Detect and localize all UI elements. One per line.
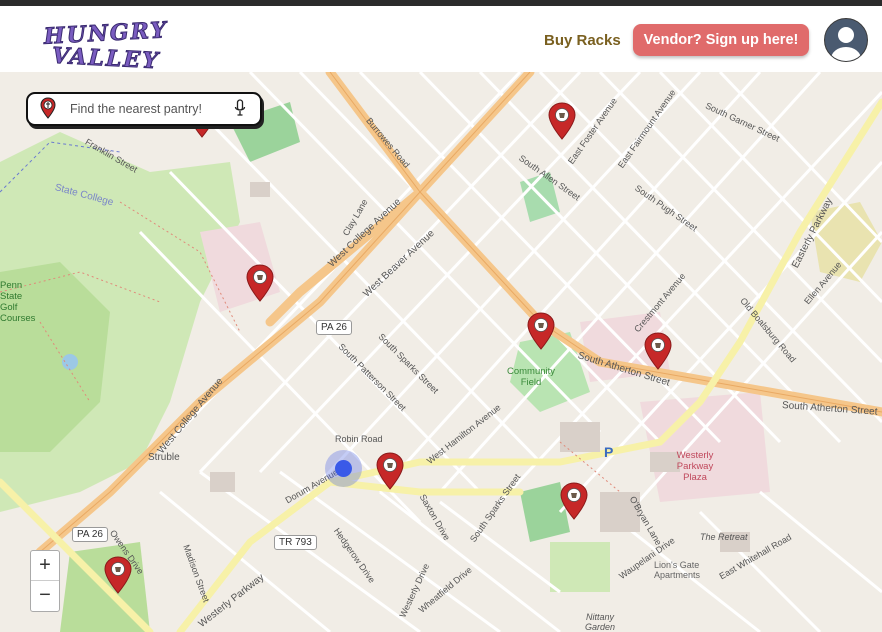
pantry-pin-marker[interactable] [548,102,576,140]
microphone-icon[interactable] [234,99,246,117]
pantry-pin-marker[interactable] [644,332,672,370]
pantry-pin-marker[interactable] [560,482,588,520]
pantry-pin-icon [560,482,588,520]
pantry-search-bar[interactable] [26,92,262,126]
hungry-valley-logo[interactable]: HUNGRY VALLEY [40,16,190,72]
pantry-pin-icon [644,332,672,370]
map-zoom-control: + − [30,550,60,612]
map-label-community-field: Community Field [506,366,556,388]
pantry-pin-icon [527,312,555,350]
pantry-pin-marker[interactable] [376,452,404,490]
road-shield-pa26-a: PA 26 [316,320,352,335]
pantry-pin-icon [548,102,576,140]
map-label-robin-road: Robin Road [335,434,383,444]
map-base-layer [0,72,882,632]
map-label-parking: P [604,444,614,460]
pantry-pin-marker[interactable] [104,556,132,594]
site-header: HUNGRY VALLEY Buy Racks Vendor? Sign up … [0,6,882,72]
pantry-pin-marker[interactable] [527,312,555,350]
logo-line2: VALLEY [51,43,160,72]
map-label-penn-state-golf: Penn State Golf Courses [0,280,36,324]
zoom-out-button[interactable]: − [31,581,59,610]
pantry-pin-marker[interactable] [246,264,274,302]
pantry-pin-icon [376,452,404,490]
pantry-search-input[interactable] [68,98,222,120]
road-shield-tr793: TR 793 [274,535,317,550]
map-label-nittany-garden: Nittany Garden [584,612,616,632]
pantry-pin-icon [246,264,274,302]
pantry-pin-icon [40,97,56,119]
map-label-struble: Struble [148,452,180,463]
map-label-westerly-parkway-plaza: Westerly Parkway Plaza [676,450,714,483]
pantry-pin-icon [104,556,132,594]
user-avatar-icon[interactable] [824,18,868,62]
map-view[interactable]: West College Avenue West Beaver Avenue S… [0,72,882,632]
buy-racks-link[interactable]: Buy Racks [544,32,621,49]
road-shield-pa26-b: PA 26 [72,527,108,542]
map-label-lions-gate: Lion's Gate Apartments [654,560,701,580]
user-silhouette-icon [831,27,861,61]
current-location-dot[interactable] [335,460,352,477]
vendor-signup-button[interactable]: Vendor? Sign up here! [633,24,809,56]
zoom-in-button[interactable]: + [31,551,59,581]
map-label-the-retreat: The Retreat [700,532,748,542]
